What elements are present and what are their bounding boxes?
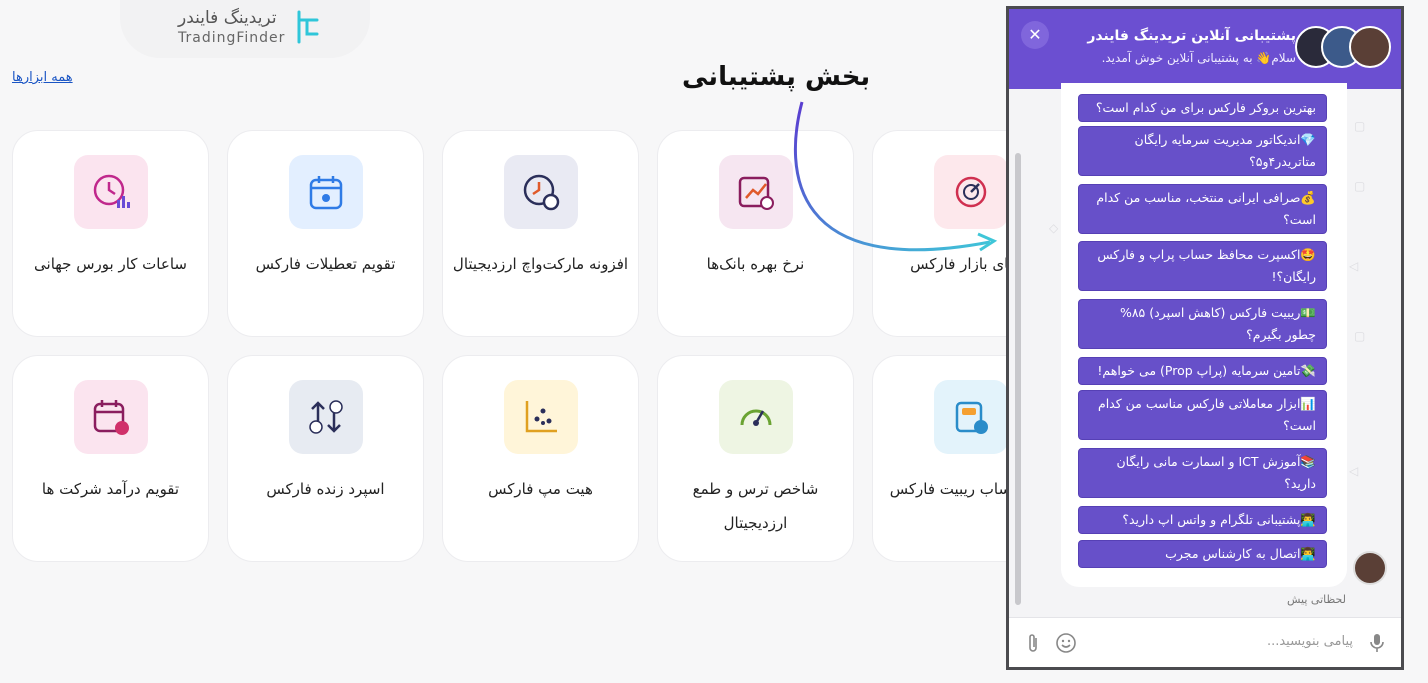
card-label: تقویم تعطیلات فارکس: [255, 255, 396, 273]
quick-reply-panel: بهترین بروکر فارکس برای من کدام است؟ 💎ان…: [1061, 83, 1347, 587]
quick-reply-option[interactable]: 💵ریبیت فارکس (کاهش اسپرد) ۸۵% چطور بگیرم…: [1078, 299, 1327, 349]
logo-text-en: TradingFinder: [178, 30, 286, 46]
card-label: تقویم درآمد شرکت ها: [41, 480, 180, 498]
card-icon-bg: [74, 155, 148, 229]
card-icon-bg: [74, 380, 148, 454]
card-icon-bg: [719, 380, 793, 454]
logo-icon: [297, 10, 319, 44]
quick-reply-option[interactable]: 💸تامین سرمایه (پراپ Prop) می خواهم!: [1078, 357, 1327, 385]
tool-card-live-spread[interactable]: اسپرد زنده فارکس: [227, 355, 424, 562]
close-button[interactable]: ✕: [1021, 21, 1049, 49]
quick-reply-option[interactable]: 💎اندیکاتور مدیریت سرمایه رایگان متاتریدر…: [1078, 126, 1327, 176]
tool-card-fear-greed[interactable]: شاخص ترس و طمع ارزدیجیتال: [657, 355, 854, 562]
message-composer: پیامی بنویسید...: [1009, 617, 1401, 667]
emoji-icon[interactable]: [1055, 632, 1077, 654]
tool-card-heatmap[interactable]: هیت مپ فارکس: [442, 355, 639, 562]
card-icon-bg: [504, 155, 578, 229]
clock-chart-icon: [93, 174, 130, 208]
quick-reply-option[interactable]: 📊ابزار معاملاتی فارکس مناسب من کدام است؟: [1078, 390, 1327, 440]
calendar-icon: [309, 176, 343, 210]
logo-text-fa: تریدینگ فایندر: [178, 8, 277, 28]
rebate-icon: [955, 401, 988, 434]
tool-card-rebate-calculator[interactable]: ...ن حساب ریبیت فارکس: [872, 355, 1012, 562]
card-label: هیت مپ فارکس: [488, 480, 593, 498]
support-chat-widget: پشتیبانی آنلاین تریدینگ فایندر سلام👋 به …: [1006, 6, 1404, 670]
card-label: اسپرد زنده فارکس: [266, 480, 385, 498]
card-label: افزونه مارکت‌واچ ارزدیجیتال: [452, 255, 629, 273]
microphone-icon[interactable]: [1367, 632, 1387, 654]
buy-sell-icon: [309, 400, 343, 434]
card-label: ...ن حساب ریبیت فارکس: [889, 480, 1012, 498]
quick-reply-option[interactable]: 📚آموزش ICT و اسمارت مانی رایگان دارید؟: [1078, 448, 1327, 498]
card-icon-bg: [934, 380, 1008, 454]
card-label: شاخص ترس و طمع ارزدیجیتال: [692, 480, 819, 532]
scrollbar-thumb[interactable]: [1015, 153, 1021, 605]
tool-card-holiday-calendar[interactable]: تقویم تعطیلات فارکس: [227, 130, 424, 337]
tool-card-stock-hours[interactable]: ساعات کار بورس جهانی: [12, 130, 209, 337]
tool-card-earnings-calendar[interactable]: تقویم درآمد شرکت ها: [12, 355, 209, 562]
chat-subtitle: سلام👋 به پشتیبانی آنلاین خوش آمدید.: [1101, 51, 1296, 65]
quick-reply-option[interactable]: 💰صرافی ایرانی منتخب، مناسب من کدام است؟: [1078, 184, 1327, 234]
message-time: لحظاتی پیش: [1287, 593, 1346, 606]
card-label: ساعات کار بورس جهانی: [34, 255, 187, 273]
all-tools-link[interactable]: همه ابزارها: [12, 70, 73, 85]
scrollbar[interactable]: [1012, 93, 1022, 613]
chat-header: پشتیبانی آنلاین تریدینگ فایندر سلام👋 به …: [1009, 9, 1401, 89]
quick-reply-option[interactable]: 👨‍💻پشتیبانی تلگرام و واتس اپ دارید؟: [1078, 506, 1327, 534]
chart-percent-icon: [738, 176, 774, 210]
quick-reply-option[interactable]: 🤩اکسپرت محافظ حساب پراپ و فارکس رایگان؟!: [1078, 241, 1327, 291]
scatter-icon: [525, 401, 557, 433]
gauge-icon: [740, 409, 772, 426]
bot-avatar: [1353, 551, 1387, 585]
calendar-dollar-icon: [93, 400, 129, 435]
card-icon-bg: [289, 155, 363, 229]
chat-title: پشتیبانی آنلاین تریدینگ فایندر: [1087, 28, 1296, 44]
quick-reply-option[interactable]: بهترین بروکر فارکس برای من کدام است؟: [1078, 94, 1327, 122]
attachment-icon[interactable]: [1025, 632, 1041, 654]
message-input[interactable]: پیامی بنویسید...: [1267, 634, 1353, 649]
tool-card-marketwatch[interactable]: افزونه مارکت‌واچ ارزدیجیتال: [442, 130, 639, 337]
pointer-arrow-icon: [793, 101, 998, 252]
card-icon-bg: [289, 380, 363, 454]
quick-reply-option[interactable]: 👨‍💻اتصال به کارشناس مجرب: [1078, 540, 1327, 568]
support-heading: بخش پشتیبانی: [682, 62, 871, 92]
card-icon-bg: [504, 380, 578, 454]
agent-avatar: [1349, 26, 1391, 68]
clock-coin-icon: [523, 174, 560, 211]
